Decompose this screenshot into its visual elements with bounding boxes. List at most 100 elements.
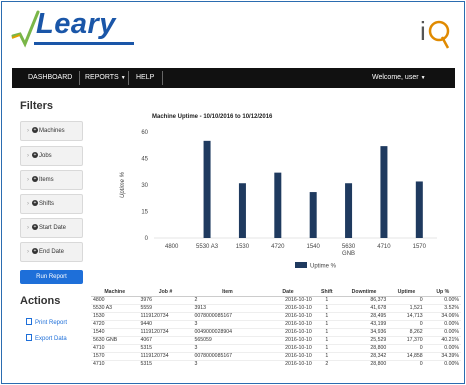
table-cell: 9440 bbox=[138, 319, 193, 328]
table-cell: 28,800 bbox=[339, 359, 389, 368]
table-cell: 0 bbox=[388, 359, 425, 368]
table-cell: 41,678 bbox=[339, 303, 389, 312]
table-row[interactable]: 4710 5315 3 2016-10-10 1 28,800 0 0.00% bbox=[91, 343, 461, 352]
document-icon bbox=[26, 318, 32, 325]
table-header-cell[interactable]: Uptime bbox=[388, 288, 425, 297]
table-cell: 3913 bbox=[192, 303, 263, 312]
table-cell: 0078000085167 bbox=[192, 351, 263, 360]
plus-circle-icon: + bbox=[32, 248, 38, 255]
nav-reports[interactable]: REPORTS ▼ bbox=[85, 68, 126, 88]
table-header-cell[interactable]: Shift bbox=[313, 288, 340, 297]
filter-shifts[interactable]: › + Shifts bbox=[20, 194, 83, 214]
table-cell: 2 bbox=[192, 295, 263, 304]
table-cell: 1 bbox=[313, 343, 340, 352]
table-cell: 1 bbox=[313, 335, 340, 344]
top-navbar: DASHBOARD REPORTS ▼ HELP Welcome, user ▼ bbox=[12, 68, 455, 88]
x-tick-label: 4720 bbox=[271, 244, 285, 250]
table-cell: 5315 bbox=[138, 359, 193, 368]
table-cell: 1 bbox=[313, 327, 340, 336]
table-cell: 565059 bbox=[192, 335, 263, 344]
filter-label: Machines bbox=[39, 128, 65, 134]
nav-divider bbox=[162, 71, 163, 85]
table-row[interactable]: 1570 1119120734 0078000085167 2016-10-10 1 28… bbox=[91, 351, 461, 360]
table-cell: 1530 bbox=[91, 311, 139, 320]
table-cell: 2016-10-10 bbox=[262, 359, 314, 368]
user-menu[interactable]: Welcome, user ▼ bbox=[372, 68, 426, 88]
print-report-label: Print Report bbox=[35, 320, 68, 326]
uptime-bar-chart: 015304560Uptime %4800 5530 A3 1530 4720 1540… bbox=[120, 130, 437, 270]
table-cell: 1 bbox=[313, 295, 340, 304]
uptime-table: Machine Job # Item Date Shift Downtime Uptime U… bbox=[91, 288, 461, 368]
filter-jobs[interactable]: › + Jobs bbox=[20, 146, 83, 166]
plus-circle-icon: + bbox=[32, 200, 38, 207]
table-cell: 2016-10-10 bbox=[262, 351, 314, 360]
table-cell: 34.06% bbox=[424, 311, 461, 320]
y-tick-label: 0 bbox=[145, 236, 149, 242]
table-cell: 0 bbox=[388, 343, 425, 352]
table-row[interactable]: 5530 A3 5559 3913 2016-10-10 1 41,678 1,521 3.5… bbox=[91, 303, 461, 312]
bar[interactable] bbox=[345, 183, 353, 238]
table-cell: 28,800 bbox=[339, 343, 389, 352]
chevron-right-icon: › bbox=[27, 249, 29, 255]
table-header-cell[interactable]: Up % bbox=[424, 288, 461, 297]
bar[interactable] bbox=[380, 146, 388, 238]
table-row[interactable]: 1530 1119120734 0078000085167 2016-10-10 1 28… bbox=[91, 311, 461, 320]
y-tick-label: 45 bbox=[141, 157, 148, 163]
filter-start-date[interactable]: › + Start Date bbox=[20, 218, 83, 238]
iq-logo-icon: i bbox=[420, 16, 450, 49]
filter-label: Start Date bbox=[39, 225, 67, 231]
filter-end-date[interactable]: › + End Date bbox=[20, 242, 83, 262]
table-cell: 40.21% bbox=[424, 335, 461, 344]
bar[interactable] bbox=[203, 140, 211, 238]
bar[interactable] bbox=[415, 181, 423, 238]
leary-logo: Leary bbox=[10, 8, 150, 52]
plus-circle-icon: + bbox=[32, 127, 38, 134]
table-cell: 5630 GNB bbox=[91, 335, 139, 344]
table-cell: 1119120734 bbox=[138, 351, 193, 360]
nav-dashboard[interactable]: DASHBOARD bbox=[28, 68, 72, 88]
bar[interactable] bbox=[238, 183, 246, 238]
y-tick-label: 30 bbox=[141, 183, 148, 189]
table-cell: 1119120734 bbox=[138, 327, 193, 336]
table-row[interactable]: 4710 5315 3 2016-10-10 2 28,800 0 0.00% bbox=[91, 359, 461, 368]
table-cell: 5530 A3 bbox=[91, 303, 139, 312]
print-report-link[interactable]: Print Report bbox=[26, 318, 67, 326]
bar[interactable] bbox=[274, 172, 282, 238]
table-row[interactable]: 4720 9440 3 2016-10-10 1 43,199 0 0.00% bbox=[91, 319, 461, 328]
table-cell: 28,495 bbox=[339, 311, 389, 320]
table-cell: 3 bbox=[192, 319, 263, 328]
filter-items[interactable]: › + Items bbox=[20, 170, 83, 190]
table-cell: 34,936 bbox=[339, 327, 389, 336]
table-cell: 2016-10-10 bbox=[262, 327, 314, 336]
table-row[interactable]: 1540 1119120734 0049000028904 2016-10-10 1 34… bbox=[91, 327, 461, 336]
table-header-cell[interactable]: Machine bbox=[91, 288, 139, 297]
table-cell: 34.39% bbox=[424, 351, 461, 360]
table-row[interactable]: 5630 GNB 4067 565059 2016-10-10 1 25,529 17,37… bbox=[91, 335, 461, 344]
plus-circle-icon: + bbox=[32, 176, 38, 183]
filter-label: Jobs bbox=[39, 153, 52, 159]
table-header-cell[interactable]: Downtime bbox=[339, 288, 389, 297]
table-header-cell[interactable]: Job # bbox=[138, 288, 193, 297]
x-tick-label: 4800 bbox=[165, 244, 179, 250]
x-tick-label: 5630 GNB bbox=[342, 244, 356, 257]
x-tick-label: 1530 bbox=[236, 244, 250, 250]
table-row[interactable]: 4800 3976 2 2016-10-10 1 86,373 0 0.00% bbox=[91, 295, 461, 304]
table-cell: 0.00% bbox=[424, 295, 461, 304]
bar[interactable] bbox=[309, 192, 317, 238]
table-cell: 0 bbox=[388, 295, 425, 304]
nav-divider bbox=[79, 71, 80, 85]
table-cell: 1 bbox=[313, 311, 340, 320]
export-data-link[interactable]: Export Data bbox=[26, 334, 67, 342]
chevron-right-icon: › bbox=[27, 177, 29, 183]
filters-heading: Filters bbox=[20, 100, 54, 112]
iq-logo: i bbox=[414, 12, 454, 52]
table-cell: 4710 bbox=[91, 359, 139, 368]
run-report-button[interactable]: Run Report bbox=[20, 270, 83, 284]
brand-underline bbox=[34, 42, 134, 45]
actions-heading: Actions bbox=[20, 295, 61, 307]
table-header-cell[interactable]: Item bbox=[192, 288, 263, 297]
filter-machines[interactable]: › + Machines bbox=[20, 121, 83, 141]
table-cell: 0.00% bbox=[424, 319, 461, 328]
nav-help[interactable]: HELP bbox=[136, 68, 154, 88]
table-header-cell[interactable]: Date bbox=[262, 288, 314, 297]
